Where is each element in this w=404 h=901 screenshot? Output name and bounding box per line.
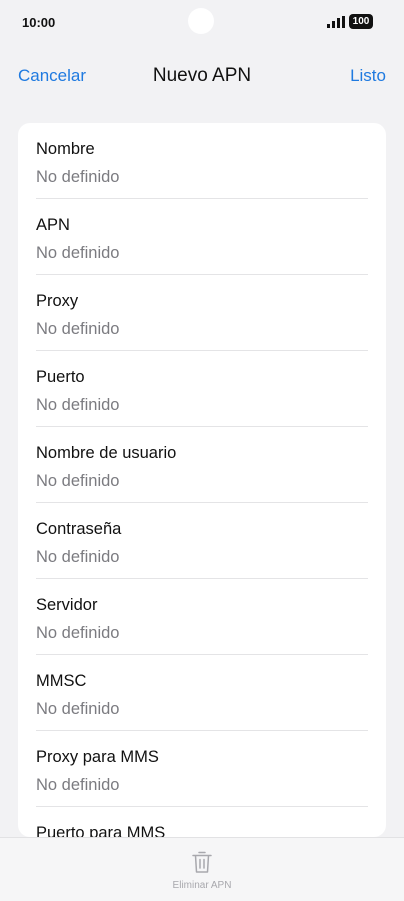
field-label: MMSC (36, 672, 87, 690)
battery-icon: 100 (349, 14, 373, 29)
field-puerto[interactable]: Puerto No definido (36, 351, 368, 427)
field-value: No definido (36, 244, 120, 262)
field-value: No definido (36, 472, 120, 490)
field-value: No definido (36, 700, 120, 718)
delete-apn-button[interactable]: Eliminar APN (0, 880, 404, 891)
field-label: Proxy (36, 292, 79, 310)
field-value: No definido (36, 168, 120, 186)
field-contrasena[interactable]: Contraseña No definido (36, 503, 368, 579)
field-proxy-para-mms[interactable]: Proxy para MMS No definido (36, 731, 368, 807)
field-proxy[interactable]: Proxy No definido (36, 275, 368, 351)
field-label: Servidor (36, 596, 98, 614)
field-puerto-para-mms[interactable]: Puerto para MMS (36, 807, 368, 837)
camera-cutout (188, 8, 214, 34)
field-label: Nombre de usuario (36, 444, 177, 462)
status-bar: 10:00 100 (0, 0, 404, 46)
field-value: No definido (36, 624, 120, 642)
field-label: Nombre (36, 140, 95, 158)
field-value: No definido (36, 396, 120, 414)
field-nombre-de-usuario[interactable]: Nombre de usuario No definido (36, 427, 368, 503)
field-servidor[interactable]: Servidor No definido (36, 579, 368, 655)
field-value: No definido (36, 320, 120, 338)
page-title: Nuevo APN (152, 65, 252, 86)
cellular-signal-icon (327, 16, 345, 28)
field-value: No definido (36, 776, 120, 794)
navigation-bar: Cancelar Nuevo APN Listo (0, 56, 404, 96)
bottom-toolbar: Eliminar APN (0, 837, 404, 901)
field-label: Puerto (36, 368, 85, 386)
field-label: Proxy para MMS (36, 748, 159, 766)
status-time: 10:00 (22, 15, 56, 30)
field-label: Contraseña (36, 520, 122, 538)
apn-settings-list: Nombre No definido APN No definido Proxy… (18, 123, 386, 837)
done-button[interactable]: Listo (350, 66, 386, 86)
field-label: Puerto para MMS (36, 824, 166, 837)
trash-icon[interactable] (191, 850, 213, 874)
field-apn[interactable]: APN No definido (36, 199, 368, 275)
field-value: No definido (36, 548, 120, 566)
field-mmsc[interactable]: MMSC No definido (36, 655, 368, 731)
field-label: APN (36, 216, 70, 234)
field-nombre[interactable]: Nombre No definido (36, 123, 368, 199)
